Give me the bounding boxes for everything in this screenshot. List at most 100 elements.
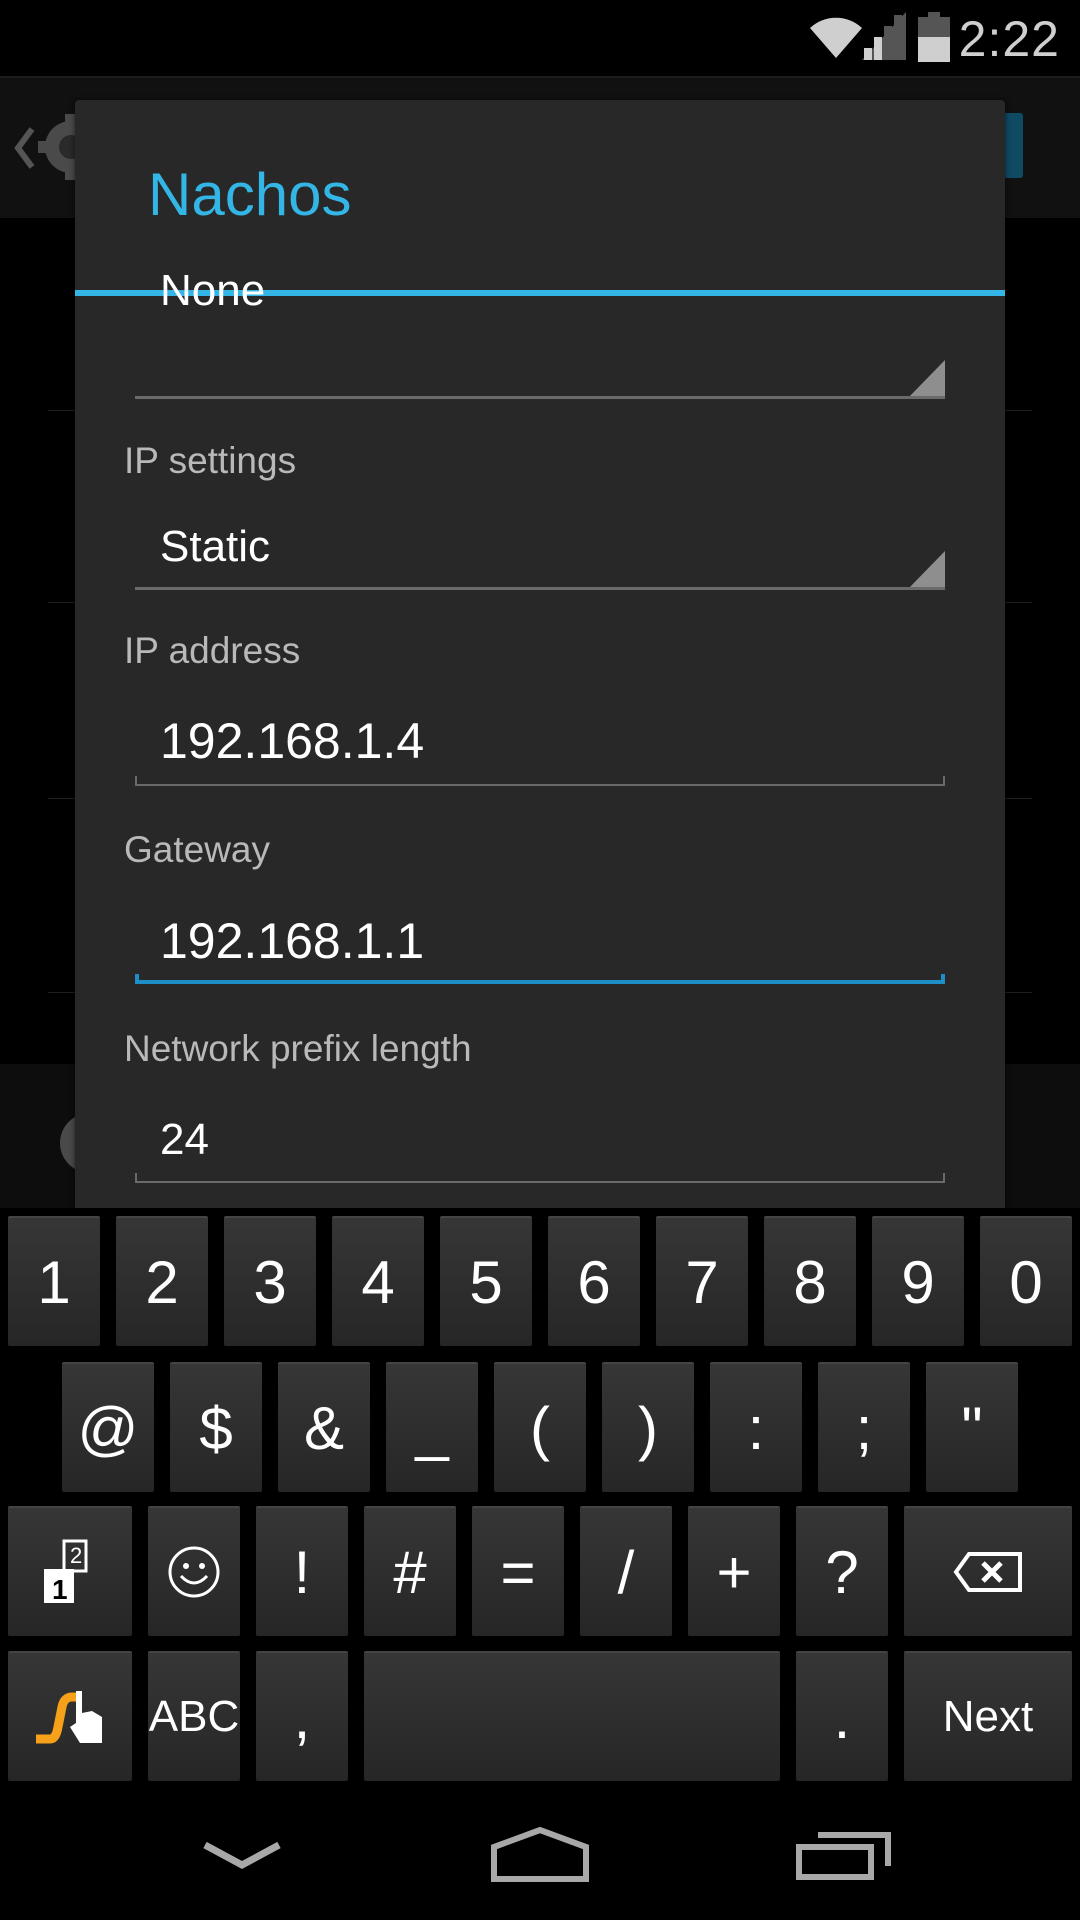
input-value: 192.168.1.4 [160,713,425,769]
key-right-paren[interactable]: ) [602,1362,694,1492]
key-7[interactable]: 7 [656,1216,748,1346]
key-label: @ [77,1394,139,1462]
key-label: : [747,1394,765,1462]
key-label: 9 [901,1248,935,1316]
spinner-value: None [160,266,266,315]
key-label: / [617,1538,635,1606]
key-label: # [393,1538,427,1606]
key-underscore[interactable]: _ [386,1362,478,1492]
key-abc[interactable]: ABC [148,1651,240,1781]
swype-icon [32,1687,108,1747]
field-label: Gateway [124,829,271,870]
key-label: ? [825,1538,859,1606]
key-next[interactable]: Next [904,1651,1072,1781]
key-label: Next [942,1692,1034,1741]
key-label: 4 [361,1248,395,1316]
wifi-icon [810,17,862,58]
more-symbols-icon: 21 [40,1537,100,1607]
wifi-network-dialog: Nachos None IP settings Static IP addres… [75,100,1005,1210]
input-underline [135,776,945,786]
backspace-icon [953,1551,1023,1593]
back-caret-icon[interactable] [12,125,36,171]
key-8[interactable]: 8 [764,1216,856,1346]
key-label: ! [293,1538,311,1606]
dialog-title: Nachos [148,161,352,228]
key-label: . [833,1683,851,1751]
key-0[interactable]: 0 [980,1216,1072,1346]
swype-key[interactable] [8,1651,132,1781]
key-label: 3 [253,1248,287,1316]
cell-signal-icon [862,12,906,60]
key-colon[interactable]: : [710,1362,802,1492]
svg-text:1: 1 [52,1574,68,1605]
field-label: Network prefix length [124,1028,472,1069]
key-ampersand[interactable]: & [278,1362,370,1492]
navigation-bar [0,1790,1080,1920]
key-1[interactable]: 1 [8,1216,100,1346]
more-symbols-key[interactable]: 21 [8,1506,132,1636]
field-label: IP address [124,630,301,671]
input-value: 192.168.1.1 [160,913,425,969]
key-at[interactable]: @ [62,1362,154,1492]
key-label: ; [855,1394,873,1462]
background-toggle [1003,113,1023,178]
key-label: , [293,1683,311,1751]
back-chevron-icon [203,1841,281,1869]
key-semicolon[interactable]: ; [818,1362,910,1492]
key-dollar[interactable]: $ [170,1362,262,1492]
key-quote[interactable]: " [926,1362,1018,1492]
key-label: ) [638,1394,658,1462]
status-time: 2:22 [958,11,1060,67]
key-label: + [716,1538,752,1606]
key-left-paren[interactable]: ( [494,1362,586,1492]
status-bar: 2:22 [0,0,1080,75]
home-button[interactable] [440,1790,640,1920]
emoji-icon [166,1544,222,1600]
key-label: ABC [148,1692,240,1741]
key-2[interactable]: 2 [116,1216,208,1346]
key-period[interactable]: . [796,1651,888,1781]
input-underline-focused [135,974,945,984]
key-label: 5 [469,1248,503,1316]
key-comma[interactable]: , [256,1651,348,1781]
key-4[interactable]: 4 [332,1216,424,1346]
battery-icon [918,12,950,62]
recents-button[interactable] [744,1790,944,1920]
key-plus[interactable]: + [688,1506,780,1636]
key-label: ( [530,1394,550,1462]
key-hash[interactable]: # [364,1506,456,1636]
input-underline [135,1173,945,1183]
symbol-keyboard: 1 2 3 4 5 6 7 8 9 0 @ $ & _():; " 2 1! # = / +? ABC,. Next [0,1208,1080,1790]
key-exclamation[interactable]: ! [256,1506,348,1636]
key-slash[interactable]: / [580,1506,672,1636]
emoji-key[interactable] [148,1506,240,1636]
key-label: = [500,1538,536,1606]
backspace-key[interactable] [904,1506,1072,1636]
key-label: 8 [793,1248,827,1316]
key-3[interactable]: 3 [224,1216,316,1346]
spinner-value: Static [160,522,271,571]
key-label: _ [415,1394,449,1462]
field-label: IP settings [124,440,297,481]
key-6[interactable]: 6 [548,1216,640,1346]
dropdown-triangle-icon [908,360,945,398]
space-key[interactable] [364,1651,780,1781]
key-label: 7 [685,1248,719,1316]
key-label: $ [199,1394,233,1462]
key-label: 1 [37,1248,71,1316]
recents-icon [796,1832,891,1880]
key-9[interactable]: 9 [872,1216,964,1346]
dropdown-triangle-icon [908,551,945,589]
key-label: 2 [145,1248,179,1316]
svg-text:2: 2 [70,1543,82,1568]
key-question[interactable]: ? [796,1506,888,1636]
input-value: 24 [160,1115,209,1164]
back-button[interactable] [142,1790,342,1920]
spinner-underline [135,396,945,399]
home-icon [491,1827,589,1882]
key-5[interactable]: 5 [440,1216,532,1346]
key-equals[interactable]: = [472,1506,564,1636]
key-label: 0 [1009,1248,1043,1316]
key-label: & [303,1394,345,1462]
spinner-underline [135,587,945,590]
